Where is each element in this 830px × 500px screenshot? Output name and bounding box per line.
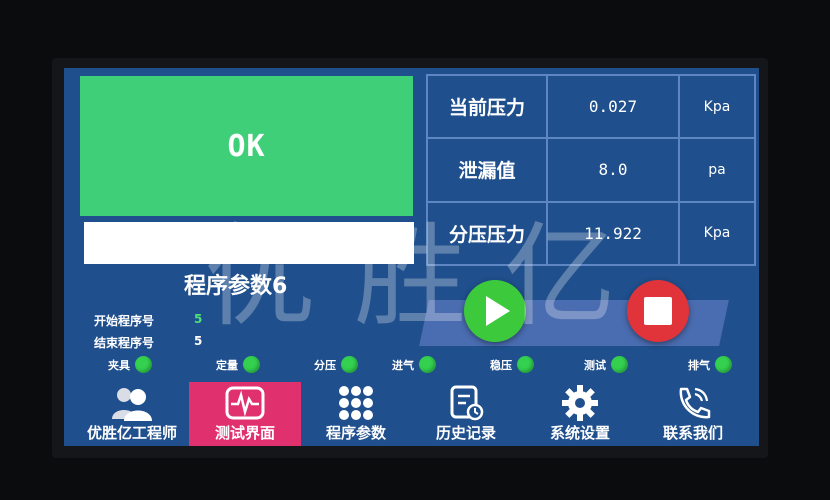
nav-program-params[interactable]: 程序参数 [300,382,412,446]
indicator-label: 测试 [584,358,606,372]
start-program-row: 开始程序号 5 [94,312,202,329]
end-program-label: 结束程序号 [94,336,155,350]
indicator-clamp: 夹具 [108,356,152,373]
metric-value: 11.922 [546,200,680,267]
indicator-test: 测试 [584,356,628,373]
metrics-table: 当前压力 0.027 Kpa 泄漏值 8.0 pa 分压压力 11.922 Kp… [426,73,756,267]
metric-unit: pa [678,137,756,203]
result-indicator: OK [80,76,413,216]
indicator-partial-pressure: 分压 [314,356,358,373]
indicator-label: 排气 [688,358,710,372]
nav-contact-us[interactable]: 联系我们 [637,382,749,446]
metric-row: 分压压力 11.922 Kpa [426,200,756,267]
indicator-label: 定量 [216,358,238,372]
led-icon [611,356,628,373]
program-title: 程序参数6 [184,274,288,299]
nav-label: 测试界面 [214,424,275,442]
metric-label: 泄漏值 [426,137,548,203]
metric-unit: Kpa [678,73,756,140]
metric-label: 当前压力 [426,73,548,140]
metric-value: 8.0 [546,137,680,203]
nav-label: 联系我们 [662,424,723,442]
phone-icon [673,384,713,422]
nav-test-screen[interactable]: 测试界面 [189,382,301,446]
start-program-value[interactable]: 5 [194,312,202,326]
metric-label: 分压压力 [426,200,548,267]
nav-label: 系统设置 [549,424,610,442]
stop-icon [644,297,672,325]
result-text: OK [227,128,266,164]
gear-icon [561,384,599,422]
indicator-quantify: 定量 [216,356,260,373]
indicator-label: 进气 [392,358,414,372]
end-program-value[interactable]: 5 [194,334,202,348]
pulse-monitor-icon [225,384,265,422]
metric-unit: Kpa [678,200,756,267]
document-clock-icon [448,384,484,422]
nav-label: 历史记录 [435,424,496,442]
stop-button[interactable] [627,280,689,342]
led-icon [341,356,358,373]
nav-label: 程序参数 [325,424,386,442]
metric-row: 当前压力 0.027 Kpa [426,73,756,140]
indicator-label: 分压 [314,358,336,372]
led-icon [135,356,152,373]
metric-value: 0.027 [546,73,680,140]
indicator-exhaust: 排气 [688,356,732,373]
indicator-label: 稳压 [490,358,512,372]
nav-label: 优胜亿工程师 [86,424,177,442]
status-indicators: 夹具 定量 分压 进气 稳压 测试 排气 [64,356,759,380]
nav-system-settings[interactable]: 系统设置 [524,382,636,446]
metric-row: 泄漏值 8.0 pa [426,137,756,203]
led-icon [243,356,260,373]
start-program-label: 开始程序号 [94,314,155,328]
indicator-label: 夹具 [108,358,130,372]
hmi-screen: OK 当前压力 0.027 Kpa 泄漏值 8.0 pa 分压压力 11.922… [64,68,759,446]
led-icon [715,356,732,373]
status-message-bar [84,222,414,264]
bottom-nav: 优胜亿工程师 测试界面 程序参数 历史记录 系统设置 联系我们 [64,380,759,446]
indicator-stabilize: 稳压 [490,356,534,373]
users-icon [110,384,154,422]
led-icon [517,356,534,373]
play-icon [486,296,510,326]
grid-dots-icon [337,384,375,422]
nav-history[interactable]: 历史记录 [410,382,522,446]
end-program-row: 结束程序号 5 [94,334,202,351]
indicator-intake: 进气 [392,356,436,373]
nav-engineer[interactable]: 优胜亿工程师 [76,382,188,446]
led-icon [419,356,436,373]
start-button[interactable] [464,280,526,342]
